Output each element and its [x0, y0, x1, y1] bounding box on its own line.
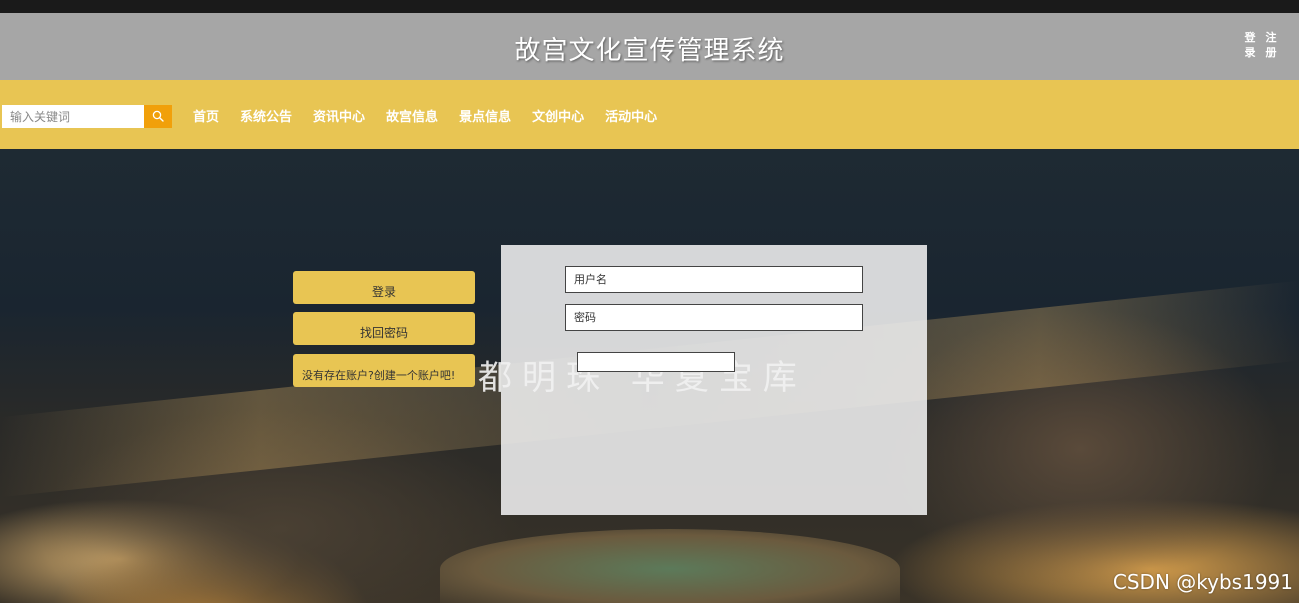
forgot-password-button[interactable]: 找回密码: [293, 312, 475, 345]
login-button[interactable]: 登录: [293, 271, 475, 304]
window-top-bar: [0, 0, 1299, 13]
nav-item-attractions[interactable]: 景点信息: [459, 106, 511, 125]
nav-item-news[interactable]: 资讯中心: [313, 106, 365, 125]
username-input[interactable]: [565, 266, 863, 293]
site-header: 故宫文化宣传管理系统 登录 注册: [0, 13, 1299, 80]
search-button[interactable]: [144, 105, 172, 128]
header-register-link[interactable]: 注册: [1264, 30, 1278, 60]
create-account-button[interactable]: 没有存在账户?创建一个账户吧!: [293, 354, 475, 387]
search-input[interactable]: [2, 105, 144, 128]
watermark-text: CSDN @kybs1991: [1112, 570, 1293, 594]
nav-item-home[interactable]: 首页: [193, 106, 219, 125]
captcha-input[interactable]: [577, 352, 735, 372]
nav-item-creative[interactable]: 文创中心: [532, 106, 584, 125]
site-title: 故宫文化宣传管理系统: [514, 36, 785, 66]
password-input[interactable]: [565, 304, 863, 331]
nav-item-palace-info[interactable]: 故宫信息: [386, 106, 438, 125]
header-login-link[interactable]: 登录: [1243, 30, 1257, 60]
page: 故宫文化宣传管理系统 登录 注册 首页 系统公告 资讯中心 故宫信息 景点信息 …: [0, 0, 1299, 603]
nav-menu: 首页 系统公告 资讯中心 故宫信息 景点信息 文创中心 活动中心: [193, 106, 657, 125]
hero-land-decoration: [440, 529, 900, 603]
login-form-panel: [501, 245, 927, 515]
search-icon: [152, 110, 164, 122]
nav-item-announcements[interactable]: 系统公告: [240, 106, 292, 125]
nav-item-events[interactable]: 活动中心: [605, 106, 657, 125]
nav-bar: 首页 系统公告 资讯中心 故宫信息 景点信息 文创中心 活动中心: [0, 80, 1299, 149]
